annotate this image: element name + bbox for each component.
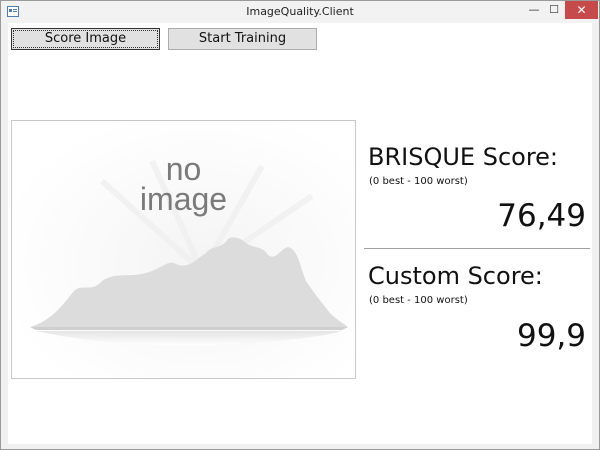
- maximize-button[interactable]: ☐: [544, 1, 564, 21]
- minimize-button[interactable]: —: [524, 1, 544, 21]
- score-divider: [364, 248, 590, 249]
- custom-score-title: Custom Score:: [368, 262, 543, 290]
- no-image-text-line2: image: [139, 181, 228, 217]
- app-window: ImageQuality.Client — ☐ ✕ Score Image St…: [0, 0, 600, 450]
- brisque-score-title: BRISQUE Score:: [368, 143, 559, 171]
- score-image-button[interactable]: Score Image: [11, 28, 160, 50]
- title-bar[interactable]: ImageQuality.Client — ☐ ✕: [1, 1, 599, 23]
- window-title: ImageQuality.Client: [246, 5, 354, 18]
- image-preview[interactable]: no image: [11, 120, 356, 379]
- brisque-score-value: 76,49: [497, 198, 586, 234]
- custom-score-value: 99,9: [516, 318, 586, 354]
- close-button[interactable]: ✕: [565, 1, 598, 19]
- custom-score-range: (0 best - 100 worst): [369, 295, 468, 306]
- start-training-button[interactable]: Start Training: [168, 28, 317, 50]
- client-area: Score Image Start Training no image BRIS…: [8, 23, 592, 444]
- brisque-score-range: (0 best - 100 worst): [369, 176, 468, 187]
- no-image-text-line1: no: [165, 151, 202, 187]
